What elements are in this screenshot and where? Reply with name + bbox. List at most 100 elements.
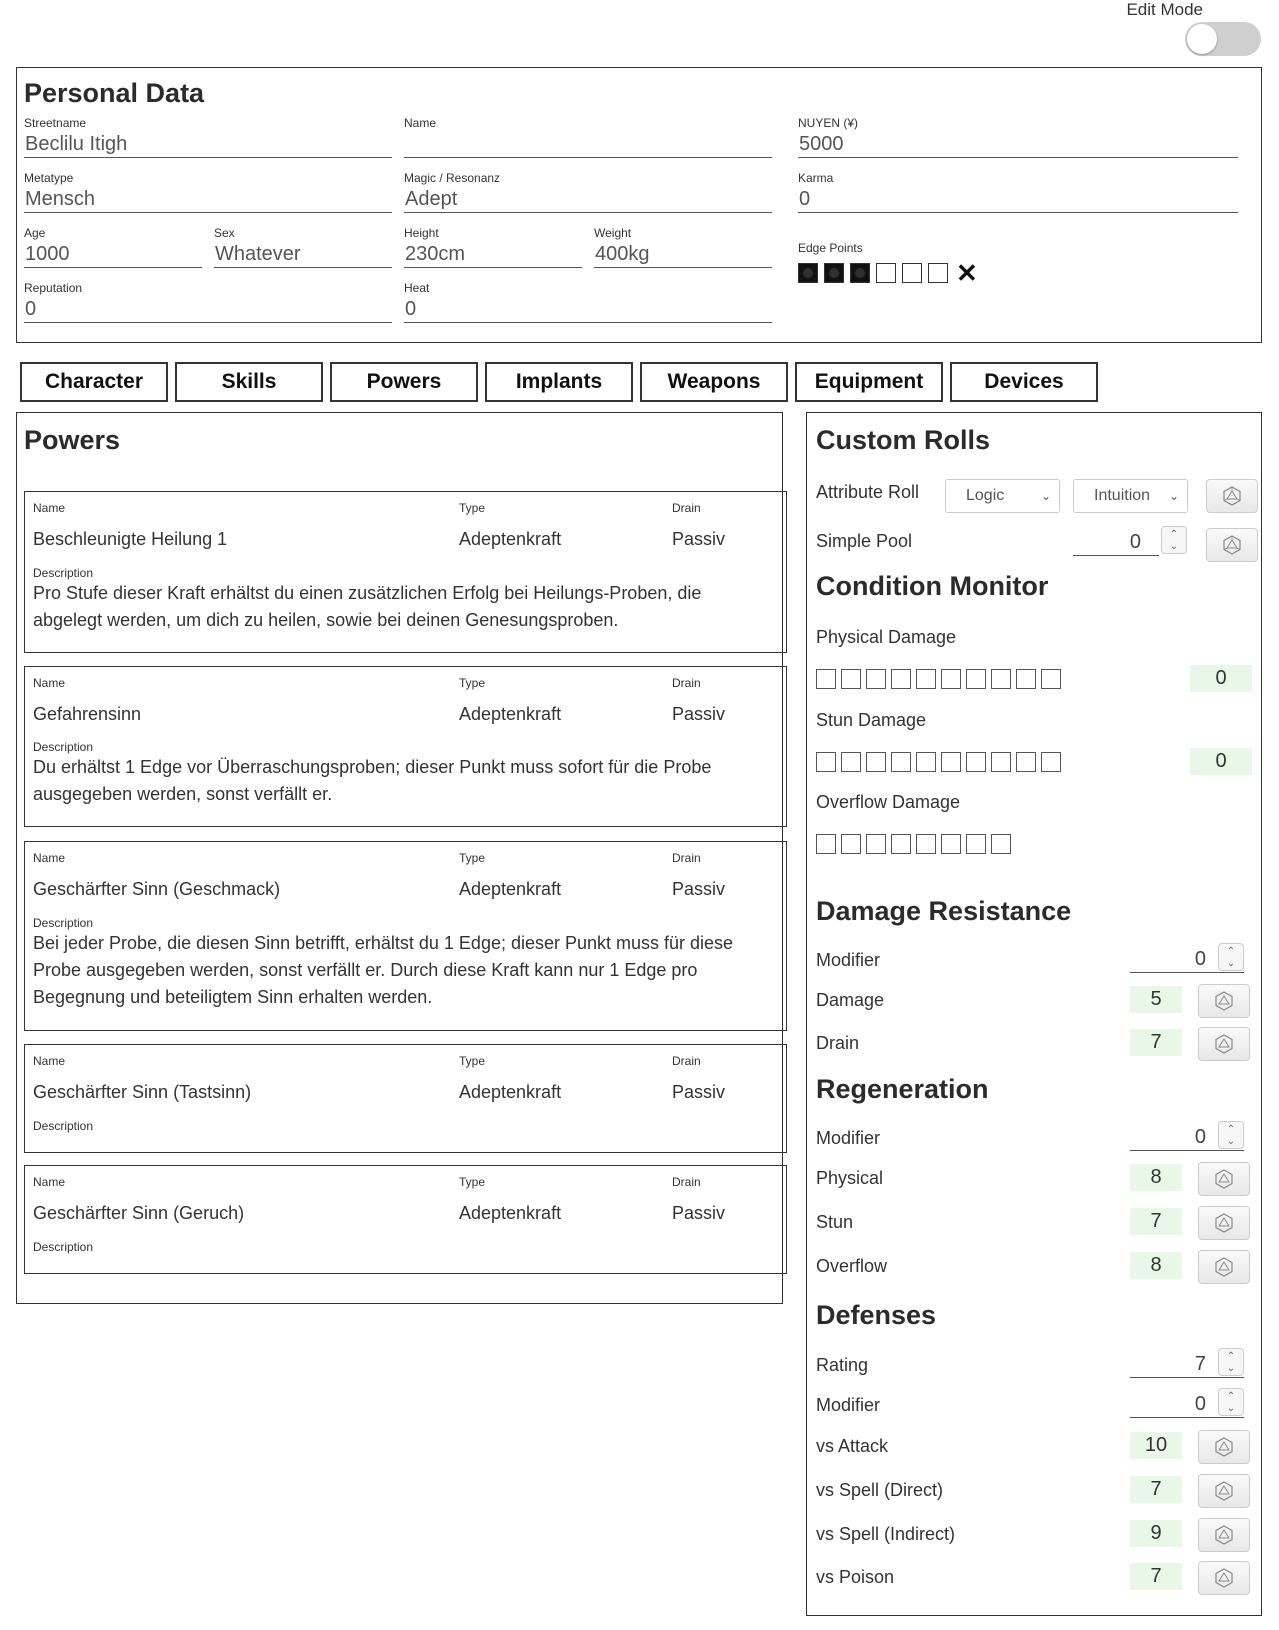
streetname-field[interactable]: Streetname Beclilu Itigh (24, 115, 392, 158)
tab-powers[interactable]: Powers (330, 362, 478, 402)
spinner-arrows-icon[interactable]: ⌃ ⌄ (1218, 1348, 1244, 1376)
condition-monitor-title: Condition Monitor (816, 571, 1049, 601)
reputation-field[interactable]: Reputation 0 (24, 280, 392, 323)
vs-poison-dice-button[interactable] (1198, 1561, 1250, 1595)
attribute-roll-dice-button[interactable] (1206, 479, 1258, 513)
edge-point-box[interactable] (824, 263, 844, 283)
damage-box[interactable] (941, 834, 961, 854)
damage-box[interactable] (991, 834, 1011, 854)
nuyen-input[interactable]: 5000 (798, 131, 1238, 158)
karma-field[interactable]: Karma 0 (798, 170, 1238, 213)
damage-box[interactable] (1016, 752, 1036, 772)
damage-box[interactable] (816, 669, 836, 689)
regen-overflow-dice-button[interactable] (1198, 1250, 1250, 1284)
sex-field[interactable]: Sex Whatever (214, 225, 392, 268)
damage-box[interactable] (1041, 752, 1061, 772)
damage-box[interactable] (966, 669, 986, 689)
tab-implants[interactable]: Implants (485, 362, 633, 402)
age-field[interactable]: Age 1000 (24, 225, 202, 268)
metatype-input[interactable]: Mensch (24, 186, 392, 213)
damage-box[interactable] (1016, 669, 1036, 689)
weight-input[interactable]: 400kg (594, 241, 772, 268)
regen-stun-value: 7 (1130, 1208, 1182, 1235)
spinner-arrows-icon[interactable]: ⌃ ⌄ (1218, 1388, 1244, 1416)
age-input[interactable]: 1000 (24, 241, 202, 268)
dr-drain-label: Drain (816, 1033, 860, 1053)
d20-dice-icon (1215, 1213, 1233, 1233)
name-field[interactable]: Name (404, 115, 772, 158)
regen-stun-dice-button[interactable] (1198, 1206, 1250, 1240)
damage-box[interactable] (941, 752, 961, 772)
overflow-damage-boxes (816, 834, 1011, 854)
spinner-arrows-icon[interactable]: ⌃ ⌄ (1161, 526, 1187, 554)
reputation-input[interactable]: 0 (24, 296, 392, 323)
height-field[interactable]: Height 230cm (404, 225, 582, 268)
dr-damage-value: 5 (1130, 986, 1182, 1013)
regen-physical-dice-button[interactable] (1198, 1162, 1250, 1196)
attribute-select-1[interactable]: Logic ⌄ (945, 479, 1060, 513)
edge-point-box[interactable] (902, 263, 922, 283)
clear-edge-icon[interactable]: ✕ (956, 260, 978, 286)
damage-box[interactable] (866, 834, 886, 854)
tab-weapons[interactable]: Weapons (640, 362, 788, 402)
vs-spell-indirect-dice-button[interactable] (1198, 1518, 1250, 1552)
damage-box[interactable] (991, 669, 1011, 689)
damage-box[interactable] (966, 752, 986, 772)
weight-field[interactable]: Weight 400kg (594, 225, 772, 268)
damage-box[interactable] (841, 834, 861, 854)
streetname-input[interactable]: Beclilu Itigh (24, 131, 392, 158)
name-input[interactable] (404, 131, 772, 158)
tab-equipment[interactable]: Equipment (795, 362, 943, 402)
damage-box[interactable] (916, 752, 936, 772)
metatype-field[interactable]: Metatype Mensch (24, 170, 392, 213)
power-drain: Passiv (672, 1082, 726, 1102)
power-name: Geschärfter Sinn (Geschmack) (33, 879, 281, 899)
damage-box[interactable] (916, 669, 936, 689)
damage-box[interactable] (816, 752, 836, 772)
damage-box[interactable] (841, 669, 861, 689)
damage-box[interactable] (816, 834, 836, 854)
heat-field[interactable]: Heat 0 (404, 280, 772, 323)
def-modifier-label: Modifier (816, 1395, 881, 1415)
damage-box[interactable] (891, 669, 911, 689)
sex-input[interactable]: Whatever (214, 241, 392, 268)
damage-box[interactable] (891, 834, 911, 854)
simple-pool-dice-button[interactable] (1206, 528, 1258, 562)
power-drain: Passiv (672, 1203, 726, 1223)
damage-box[interactable] (941, 669, 961, 689)
karma-input[interactable]: 0 (798, 186, 1238, 213)
attribute-select-2[interactable]: Intuition ⌄ (1073, 479, 1188, 513)
edge-point-box[interactable] (876, 263, 896, 283)
edit-mode-toggle[interactable] (1185, 22, 1261, 56)
edge-point-box[interactable] (798, 263, 818, 283)
magic-input[interactable]: Adept (404, 186, 772, 213)
edge-point-box[interactable] (850, 263, 870, 283)
damage-box[interactable] (966, 834, 986, 854)
damage-box[interactable] (841, 752, 861, 772)
damage-box[interactable] (866, 752, 886, 772)
vs-spell-direct-dice-button[interactable] (1198, 1474, 1250, 1508)
dr-damage-dice-button[interactable] (1198, 984, 1250, 1018)
tab-character[interactable]: Character (20, 362, 168, 402)
damage-box[interactable] (891, 752, 911, 772)
tab-devices[interactable]: Devices (950, 362, 1098, 402)
dr-damage-label: Damage (816, 990, 885, 1010)
dr-drain-dice-button[interactable] (1198, 1027, 1250, 1061)
spinner-arrows-icon[interactable]: ⌃ ⌄ (1218, 1121, 1244, 1149)
damage-box[interactable] (991, 752, 1011, 772)
nuyen-field[interactable]: NUYEN (¥) 5000 (798, 115, 1238, 158)
edge-point-box[interactable] (928, 263, 948, 283)
spinner-arrows-icon[interactable]: ⌃ ⌄ (1218, 943, 1244, 971)
power-type: Adeptenkraft (459, 529, 562, 549)
heat-input[interactable]: 0 (404, 296, 772, 323)
vs-attack-dice-button[interactable] (1198, 1430, 1250, 1464)
powers-title: Powers (24, 425, 121, 455)
magic-field[interactable]: Magic / Resonanz Adept (404, 170, 772, 213)
simple-pool-input[interactable]: 0 (1073, 528, 1159, 556)
chevron-down-icon: ⌄ (1168, 489, 1179, 503)
damage-box[interactable] (916, 834, 936, 854)
tab-skills[interactable]: Skills (175, 362, 323, 402)
height-input[interactable]: 230cm (404, 241, 582, 268)
damage-box[interactable] (1041, 669, 1061, 689)
damage-box[interactable] (866, 669, 886, 689)
